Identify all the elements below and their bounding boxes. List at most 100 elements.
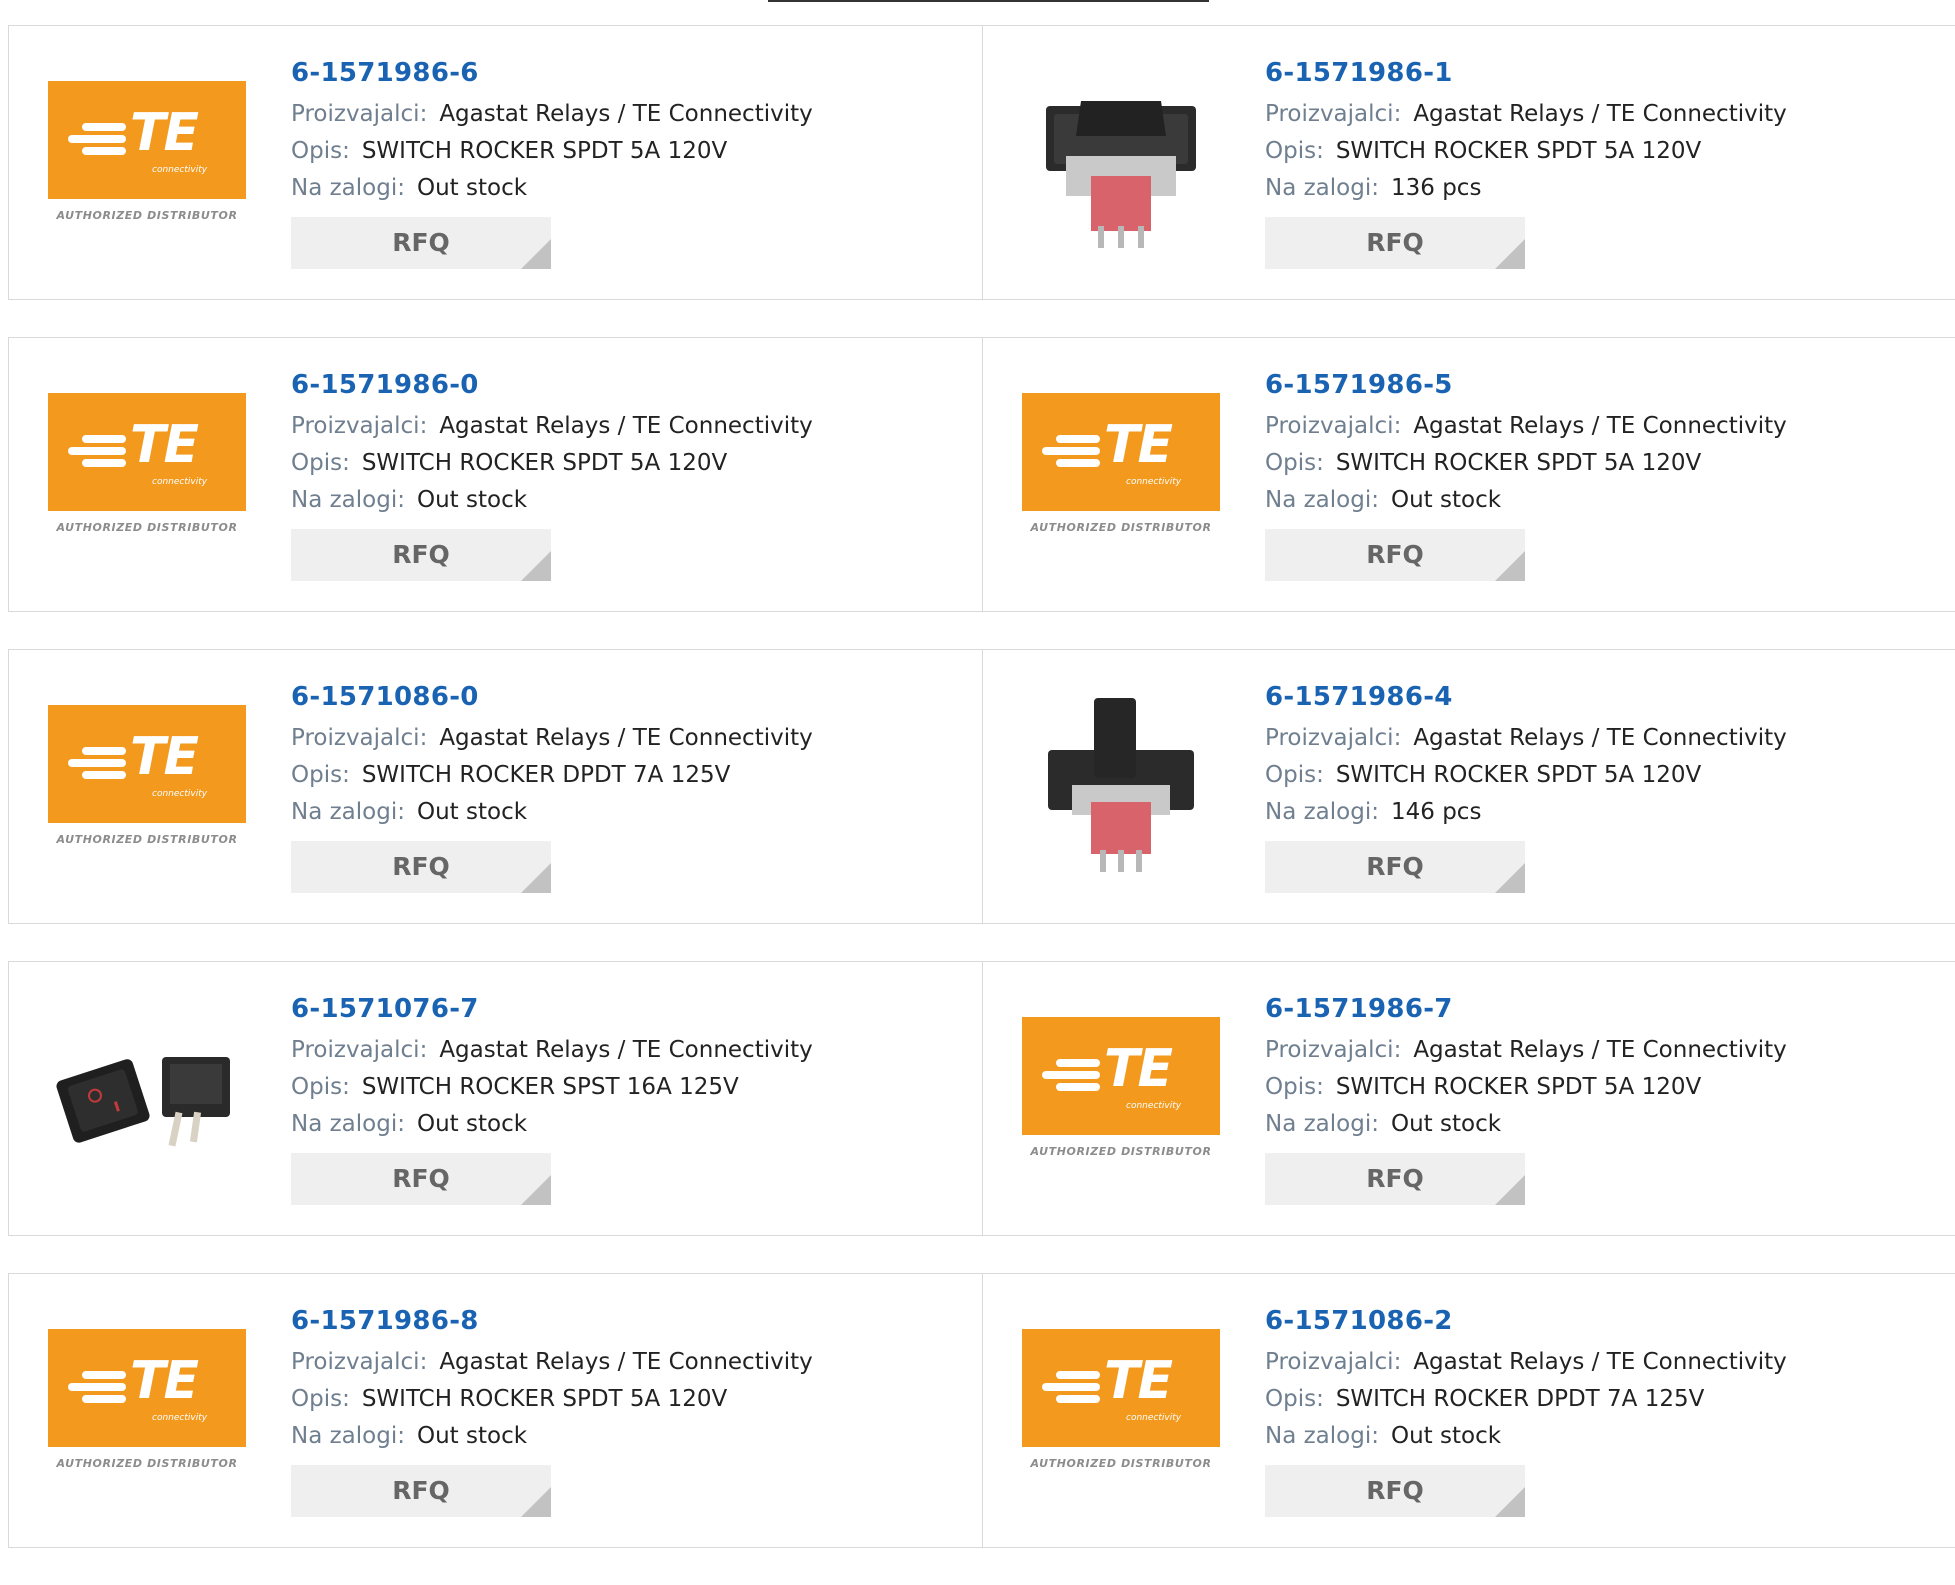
description-row: Opis: SWITCH ROCKER DPDT 7A 125V <box>1265 1381 1787 1418</box>
product-card: TE connectivity AUTHORIZED DISTRIBUTOR 6… <box>9 26 982 299</box>
rfq-button[interactable]: RFQ <box>291 217 551 269</box>
product-info: 6-1571086-2 Proizvajalci: Agastat Relays … <box>1265 1304 1787 1517</box>
part-number-link[interactable]: 6-1571986-5 <box>1265 368 1787 408</box>
manufacturer-row: Proizvajalci: Agastat Relays / TE Connect… <box>291 408 813 445</box>
te-logo-bars-icon <box>68 1369 128 1403</box>
part-number-link[interactable]: 6-1571986-8 <box>291 1304 813 1344</box>
te-logo-sub: connectivity <box>1126 1101 1182 1111</box>
description-value: SWITCH ROCKER SPDT 5A 120V <box>1335 450 1702 476</box>
product-image[interactable] <box>47 997 247 1197</box>
description-value: SWITCH ROCKER SPST 16A 125V <box>361 1074 739 1100</box>
rfq-button[interactable]: RFQ <box>291 1465 551 1517</box>
product-image[interactable]: TE connectivity AUTHORIZED DISTRIBUTOR <box>47 1309 247 1509</box>
rfq-button-label: RFQ <box>1366 852 1424 881</box>
te-logo: TE connectivity AUTHORIZED DISTRIBUTOR <box>48 81 246 241</box>
product-image[interactable]: TE connectivity AUTHORIZED DISTRIBUTOR <box>1021 373 1221 573</box>
product-info: 6-1571986-8 Proizvajalci: Agastat Relays … <box>291 1304 813 1517</box>
te-logo-box: TE connectivity <box>48 81 246 199</box>
product-image[interactable]: TE connectivity AUTHORIZED DISTRIBUTOR <box>47 61 247 261</box>
rfq-button[interactable]: RFQ <box>1265 529 1525 581</box>
stock-value: Out stock <box>416 487 528 513</box>
stock-value: Out stock <box>416 175 528 201</box>
product-image[interactable]: TE connectivity AUTHORIZED DISTRIBUTOR <box>1021 997 1221 1197</box>
rfq-corner-decoration <box>521 239 551 269</box>
description-label: Opis: <box>1265 138 1324 164</box>
part-number-link[interactable]: 6-1571086-0 <box>291 680 813 720</box>
te-logo-bars-icon <box>1042 1369 1102 1403</box>
part-number-link[interactable]: 6-1571986-7 <box>1265 992 1787 1032</box>
rfq-button[interactable]: RFQ <box>291 529 551 581</box>
product-grid: TE connectivity AUTHORIZED DISTRIBUTOR 6… <box>8 25 1955 1585</box>
description-label: Opis: <box>291 1074 350 1100</box>
rfq-button[interactable]: RFQ <box>291 841 551 893</box>
manufacturer-row: Proizvajalci: Agastat Relays / TE Connect… <box>1265 408 1787 445</box>
description-row: Opis: SWITCH ROCKER SPDT 5A 120V <box>291 1381 813 1418</box>
top-divider <box>768 0 1209 2</box>
description-label: Opis: <box>1265 762 1324 788</box>
product-info: 6-1571986-0 Proizvajalci: Agastat Relays … <box>291 368 813 581</box>
rfq-button[interactable]: RFQ <box>291 1153 551 1205</box>
part-number-link[interactable]: 6-1571076-7 <box>291 992 813 1032</box>
description-row: Opis: SWITCH ROCKER SPST 16A 125V <box>291 1069 813 1106</box>
te-logo: TE connectivity AUTHORIZED DISTRIBUTOR <box>48 393 246 553</box>
part-number-link[interactable]: 6-1571086-2 <box>1265 1304 1787 1344</box>
stock-value: Out stock <box>416 1423 528 1449</box>
stock-row: Na zalogi: 146 pcs <box>1265 794 1787 831</box>
stock-row: Na zalogi: Out stock <box>291 170 813 207</box>
te-logo-bars-icon <box>1042 433 1102 467</box>
part-number-link[interactable]: 6-1571986-6 <box>291 56 813 96</box>
te-logo-bars-icon <box>1042 1057 1102 1091</box>
product-image[interactable] <box>1021 61 1221 261</box>
description-value: SWITCH ROCKER SPDT 5A 120V <box>1335 762 1702 788</box>
product-image[interactable]: TE connectivity AUTHORIZED DISTRIBUTOR <box>47 373 247 573</box>
rfq-button[interactable]: RFQ <box>1265 1153 1525 1205</box>
rfq-button[interactable]: RFQ <box>1265 1465 1525 1517</box>
te-logo: TE connectivity AUTHORIZED DISTRIBUTOR <box>48 1329 246 1489</box>
description-row: Opis: SWITCH ROCKER SPDT 5A 120V <box>1265 757 1787 794</box>
part-number-link[interactable]: 6-1571986-4 <box>1265 680 1787 720</box>
te-logo-caption: AUTHORIZED DISTRIBUTOR <box>1030 1457 1212 1470</box>
rfq-button[interactable]: RFQ <box>1265 841 1525 893</box>
product-info: 6-1571986-5 Proizvajalci: Agastat Relays … <box>1265 368 1787 581</box>
stock-row: Na zalogi: 136 pcs <box>1265 170 1787 207</box>
stock-value: 136 pcs <box>1390 175 1482 201</box>
product-image[interactable]: TE connectivity AUTHORIZED DISTRIBUTOR <box>1021 1309 1221 1509</box>
te-logo: TE connectivity AUTHORIZED DISTRIBUTOR <box>1022 393 1220 553</box>
stock-label: Na zalogi: <box>291 799 405 825</box>
manufacturer-label: Proizvajalci: <box>291 413 428 439</box>
manufacturer-value: Agastat Relays / TE Connectivity <box>1413 725 1787 751</box>
manufacturer-label: Proizvajalci: <box>1265 413 1402 439</box>
product-image[interactable] <box>1021 685 1221 885</box>
stock-label: Na zalogi: <box>1265 1111 1379 1137</box>
te-logo-box: TE connectivity <box>1022 393 1220 511</box>
stock-label: Na zalogi: <box>291 175 405 201</box>
te-logo-word: TE <box>1104 1351 1173 1411</box>
stock-value: Out stock <box>416 1111 528 1137</box>
description-value: SWITCH ROCKER SPDT 5A 120V <box>361 1386 728 1412</box>
rfq-button-label: RFQ <box>392 1476 450 1505</box>
paddle-switch-photo <box>1048 698 1194 872</box>
te-logo-caption: AUTHORIZED DISTRIBUTOR <box>1030 521 1212 534</box>
description-label: Opis: <box>291 138 350 164</box>
product-card: TE connectivity AUTHORIZED DISTRIBUTOR 6… <box>982 338 1955 611</box>
stock-label: Na zalogi: <box>1265 175 1379 201</box>
manufacturer-label: Proizvajalci: <box>1265 1349 1402 1375</box>
product-card: TE connectivity AUTHORIZED DISTRIBUTOR 6… <box>9 650 982 923</box>
manufacturer-label: Proizvajalci: <box>1265 101 1402 127</box>
part-number-link[interactable]: 6-1571986-0 <box>291 368 813 408</box>
stock-row: Na zalogi: Out stock <box>291 1106 813 1143</box>
manufacturer-value: Agastat Relays / TE Connectivity <box>439 101 813 127</box>
description-value: SWITCH ROCKER SPDT 5A 120V <box>1335 138 1702 164</box>
product-image[interactable]: TE connectivity AUTHORIZED DISTRIBUTOR <box>47 685 247 885</box>
rfq-button[interactable]: RFQ <box>1265 217 1525 269</box>
stock-row: Na zalogi: Out stock <box>1265 1106 1787 1143</box>
product-row: TE connectivity AUTHORIZED DISTRIBUTOR 6… <box>8 1273 1955 1548</box>
description-value: SWITCH ROCKER DPDT 7A 125V <box>1335 1386 1705 1412</box>
description-row: Opis: SWITCH ROCKER SPDT 5A 120V <box>1265 1069 1787 1106</box>
manufacturer-label: Proizvajalci: <box>291 101 428 127</box>
part-number-link[interactable]: 6-1571986-1 <box>1265 56 1787 96</box>
rfq-corner-decoration <box>1495 1487 1525 1517</box>
description-label: Opis: <box>291 762 350 788</box>
manufacturer-row: Proizvajalci: Agastat Relays / TE Connect… <box>291 96 813 133</box>
manufacturer-row: Proizvajalci: Agastat Relays / TE Connect… <box>1265 1032 1787 1069</box>
